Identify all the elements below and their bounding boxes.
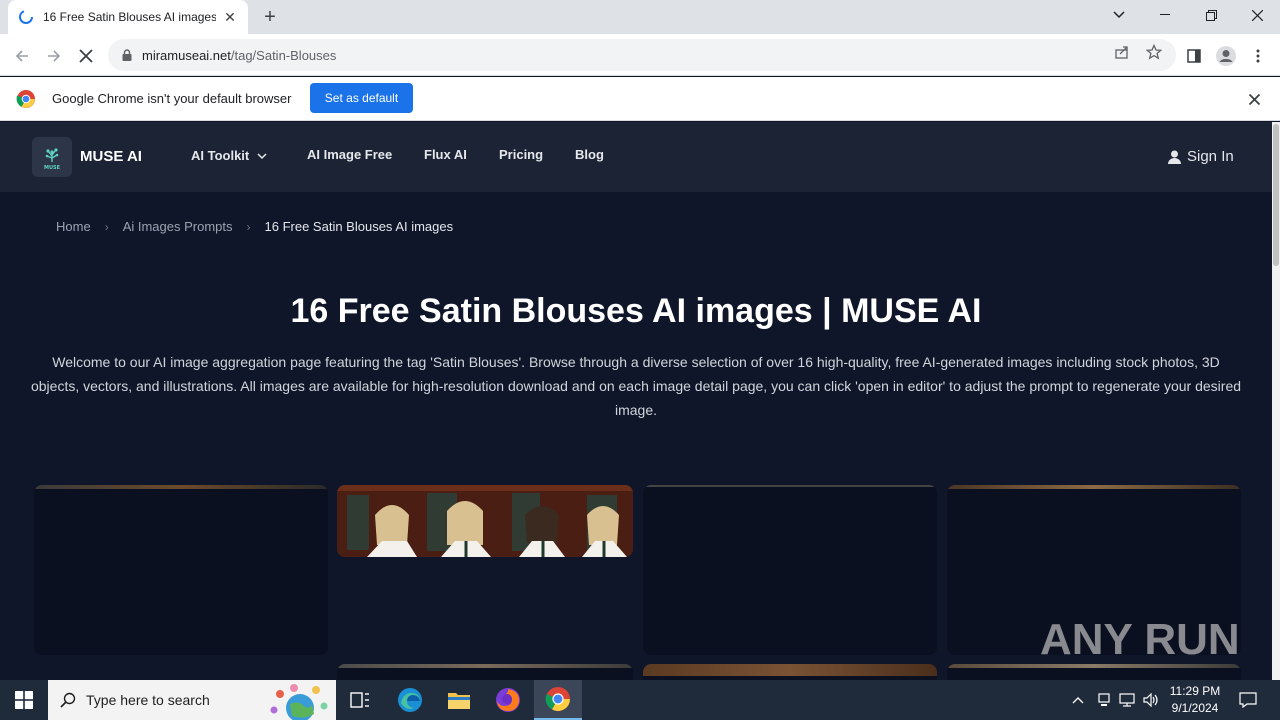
image-card[interactable]: [643, 485, 937, 655]
site-header: MUSE MUSE AI AI Toolkit AI Image Free Fl…: [0, 122, 1272, 192]
clock-time: 11:29 PM: [1169, 684, 1221, 698]
show-hidden-icons-chevron-icon[interactable]: [1068, 680, 1088, 720]
logo-text: MUSE: [44, 165, 61, 171]
firefox-taskbar-button[interactable]: [484, 680, 532, 720]
image-card[interactable]: [643, 664, 937, 680]
image-card[interactable]: [337, 485, 633, 557]
task-view-icon: [350, 692, 369, 708]
share-icon[interactable]: [1112, 42, 1132, 62]
address-bar[interactable]: miramuseai.net/tag/Satin-Blouses: [108, 39, 1176, 71]
minimize-button[interactable]: [1142, 0, 1188, 30]
loading-favicon-icon: [18, 9, 34, 25]
search-highlight-globe-icon: [270, 684, 328, 720]
clock-date: 9/1/2024: [1171, 701, 1219, 715]
women-in-library-image: [337, 485, 633, 557]
chrome-taskbar-button[interactable]: [534, 680, 582, 720]
site-logo[interactable]: MUSE: [32, 137, 72, 177]
edge-taskbar-button[interactable]: [386, 680, 434, 720]
side-panel-icon[interactable]: [1182, 44, 1206, 68]
chrome-menu-icon[interactable]: [1246, 44, 1270, 68]
volume-icon[interactable]: [1140, 680, 1162, 720]
network-device-icon[interactable]: [1094, 680, 1114, 720]
nav-ai-toolkit[interactable]: AI Toolkit: [191, 148, 267, 163]
browser-tab[interactable]: 16 Free Satin Blouses AI images | ✕: [8, 0, 248, 34]
page-intro: Welcome to our AI image aggregation page…: [30, 354, 1242, 418]
file-explorer-taskbar-button[interactable]: [435, 680, 483, 720]
new-tab-button[interactable]: +: [258, 6, 282, 28]
chevron-right-icon: ›: [104, 219, 109, 234]
svg-text:ANY RUN: ANY RUN: [1040, 615, 1240, 664]
search-placeholder: Type here to search: [86, 692, 210, 708]
taskbar-search-box[interactable]: Type here to search: [48, 680, 336, 720]
anyrun-watermark: ANY RUN: [1040, 607, 1240, 667]
profile-avatar-icon[interactable]: [1214, 44, 1238, 68]
edge-icon: [398, 688, 422, 712]
search-icon: [60, 692, 76, 708]
nav-pricing[interactable]: Pricing: [499, 147, 543, 162]
tab-close-icon[interactable]: ✕: [222, 9, 238, 25]
scrollbar-thumb[interactable]: [1273, 124, 1279, 266]
chrome-icon: [545, 687, 570, 712]
browser-toolbar: miramuseai.net/tag/Satin-Blouses: [0, 34, 1280, 76]
chevron-down-icon: [257, 152, 267, 159]
firefox-icon: [496, 688, 520, 712]
breadcrumb: Home › Ai Images Prompts › 16 Free Satin…: [56, 219, 453, 234]
forward-button[interactable]: [40, 42, 68, 70]
page-scrollbar[interactable]: [1272, 122, 1280, 680]
wired-network-icon[interactable]: [1116, 680, 1138, 720]
folder-icon: [448, 693, 470, 709]
bookmark-star-icon[interactable]: [1144, 42, 1164, 62]
task-view-button[interactable]: [336, 680, 384, 720]
page-title: 16 Free Satin Blouses AI images | MUSE A…: [290, 292, 982, 330]
tab-title: 16 Free Satin Blouses AI images |: [43, 10, 216, 24]
tab-strip: 16 Free Satin Blouses AI images | ✕ +: [0, 0, 1280, 34]
url-text: miramuseai.net/tag/Satin-Blouses: [142, 47, 337, 63]
set-as-default-button[interactable]: Set as default: [310, 83, 413, 113]
web-page: MUSE MUSE AI AI Toolkit AI Image Free Fl…: [0, 122, 1280, 680]
sign-in-link[interactable]: Sign In: [1168, 148, 1234, 165]
restore-button[interactable]: [1188, 0, 1234, 30]
windows-taskbar: Type here to search 11:29 PM 9/1/2024: [0, 680, 1280, 720]
start-button[interactable]: [0, 680, 48, 720]
nav-blog[interactable]: Blog: [575, 147, 604, 162]
image-card[interactable]: [34, 485, 328, 655]
nav-flux-ai[interactable]: Flux AI: [424, 147, 467, 162]
chevron-right-icon: ›: [246, 219, 251, 234]
breadcrumb-home[interactable]: Home: [56, 219, 91, 234]
infobar-close-icon[interactable]: [1244, 89, 1264, 109]
system-clock[interactable]: 11:29 PM 9/1/2024: [1160, 683, 1230, 717]
windows-logo-icon: [15, 691, 33, 709]
breadcrumb-current: 16 Free Satin Blouses AI images: [264, 219, 454, 234]
lock-icon[interactable]: [120, 48, 134, 62]
close-window-button[interactable]: [1234, 0, 1280, 30]
tab-search-icon[interactable]: [1096, 0, 1142, 30]
image-card[interactable]: [337, 664, 633, 680]
breadcrumb-prompts[interactable]: Ai Images Prompts: [123, 219, 233, 234]
chrome-logo-icon: [16, 90, 35, 108]
infobar-message: Google Chrome isn't your default browser: [52, 91, 292, 106]
stop-loading-button[interactable]: [72, 42, 100, 70]
default-browser-infobar: Google Chrome isn't your default browser…: [0, 77, 1280, 121]
back-button[interactable]: [8, 42, 36, 70]
nav-ai-image-free[interactable]: AI Image Free: [307, 147, 392, 162]
notifications-icon[interactable]: [1234, 680, 1262, 720]
brand-name[interactable]: MUSE AI: [80, 148, 142, 165]
user-icon: [1168, 150, 1181, 164]
